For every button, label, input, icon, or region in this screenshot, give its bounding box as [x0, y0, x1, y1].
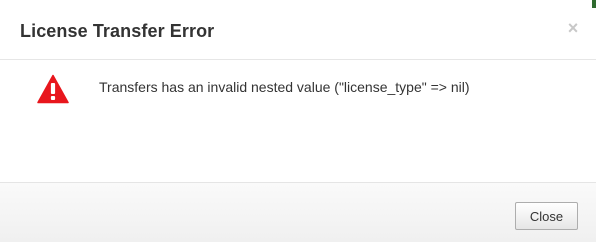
close-icon[interactable]: ×	[566, 19, 580, 37]
license-transfer-error-dialog: License Transfer Error × Transfers has a…	[0, 0, 596, 242]
close-button[interactable]: Close	[515, 202, 578, 230]
dialog-footer: Close	[0, 182, 596, 242]
error-message: Transfers has an invalid nested value ("…	[99, 79, 470, 95]
dialog-header: License Transfer Error ×	[0, 0, 596, 60]
dialog-body: Transfers has an invalid nested value ("…	[0, 60, 596, 180]
dialog-title: License Transfer Error	[20, 21, 215, 41]
warning-icon	[37, 74, 69, 104]
